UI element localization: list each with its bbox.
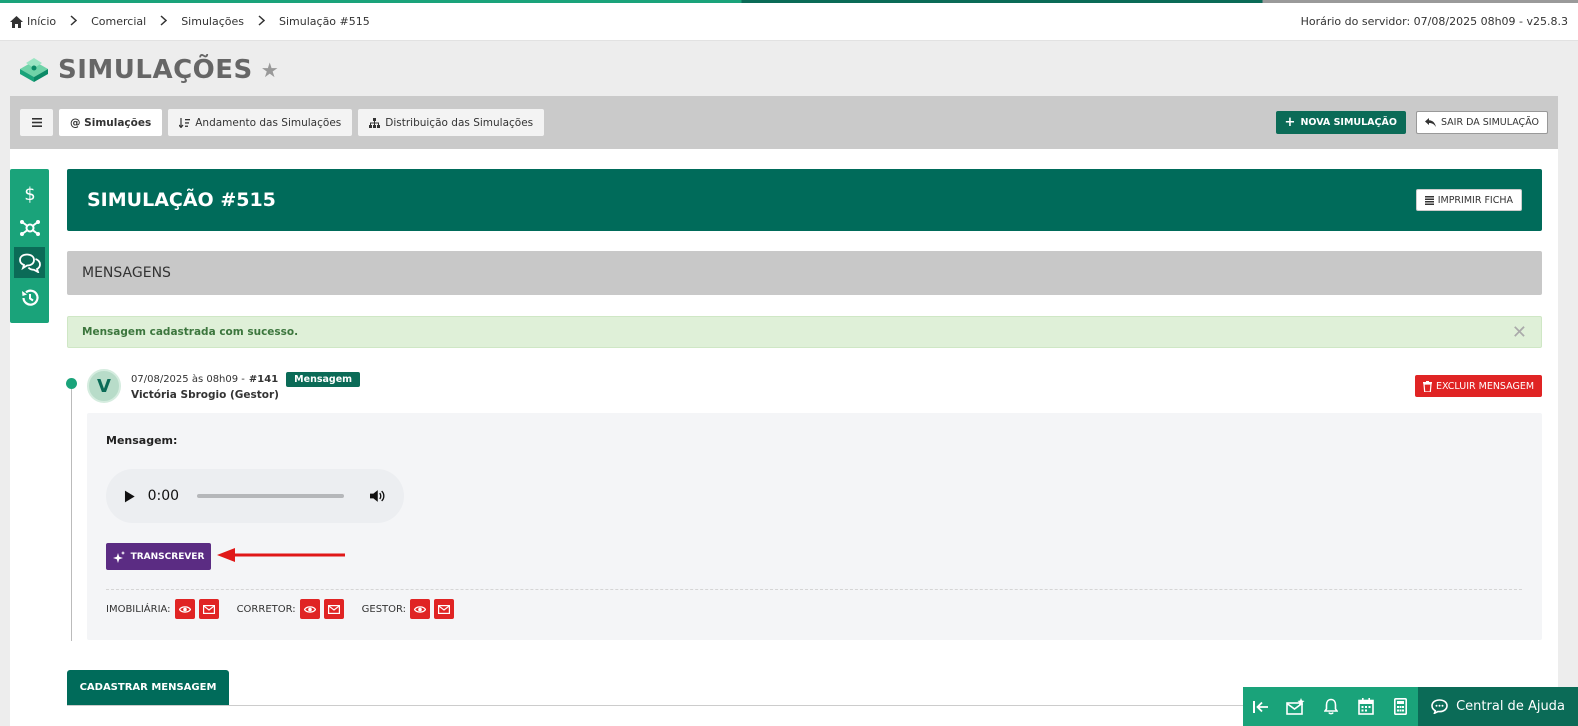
alert-text: Mensagem cadastrada com sucesso. [82,326,299,338]
svg-text:$: $ [24,184,35,204]
trash-icon [1422,380,1432,392]
tab-label: CADASTRAR MENSAGEM [79,682,217,693]
breadcrumb-item-comercial[interactable]: Comercial [91,15,146,28]
tab-bar: @ Simulações Andamento das Simulações Di… [10,96,1558,149]
calculator-icon[interactable] [1383,687,1418,726]
permission-corretor: CORRETOR: [237,599,344,619]
tab-label: @ Simulações [70,116,152,129]
print-label: IMPRIMIR FICHA [1437,194,1513,206]
permission-label: IMOBILIÁRIA: [106,603,171,615]
messages-section-header: MENSAGENS [67,251,1542,295]
chevron-right-icon [70,14,78,29]
network-icon[interactable] [14,212,45,243]
server-time: Horário do servidor: 07/08/2025 08h09 - … [1300,15,1568,28]
timeline-line [71,383,72,641]
audio-time: 0:00 [147,488,180,504]
top-bar: Início Comercial Simulações Simulação #5… [0,3,1578,41]
delete-message-button[interactable]: EXCLUIR MENSAGEM [1415,375,1542,397]
breadcrumb: Início Comercial Simulações Simulação #5… [10,14,370,29]
calendar-icon[interactable] [1348,687,1383,726]
tab-label: Distribuição das Simulações [385,116,534,129]
simulation-header: SIMULAÇÃO #515 IMPRIMIR FICHA [67,169,1542,231]
eye-icon[interactable] [174,599,195,619]
delete-label: EXCLUIR MENSAGEM [1435,380,1535,392]
message-type-badge: Mensagem [286,372,361,387]
message-meta: 07/08/2025 às 08h09 - #141 Mensagem Vict… [131,372,361,401]
menu-button[interactable] [20,109,53,136]
reply-icon [1424,118,1436,127]
sparkles-icon [112,550,125,563]
bottom-toolbar: Central de Ajuda [1243,687,1578,726]
tab-simulacoes[interactable]: @ Simulações [59,109,163,136]
help-chat-icon [1431,699,1448,714]
help-center-button[interactable]: Central de Ajuda [1418,687,1578,726]
volume-icon[interactable] [370,489,386,503]
hamburger-icon [31,118,42,127]
transcribe-label: TRANSCREVER [130,551,205,562]
permission-label: CORRETOR: [236,603,296,615]
star-icon[interactable]: ★ [261,58,279,82]
message-datetime: 07/08/2025 às 08h09 - [131,374,245,385]
side-nav: $ [10,169,49,323]
breadcrumb-item-current: Simulação #515 [279,15,370,28]
page-header: SIMULAÇÕES ★ [18,55,279,85]
help-label: Central de Ajuda [1456,699,1565,714]
new-simulation-button[interactable]: + NOVA SIMULAÇÃO [1275,111,1406,134]
tab-cadastrar-mensagem[interactable]: CADASTRAR MENSAGEM [67,670,229,705]
page-title: SIMULAÇÕES [58,55,253,85]
timeline-dot [66,378,77,389]
permission-imobiliaria: IMOBILIÁRIA: [106,599,219,619]
section-title: MENSAGENS [82,265,171,281]
list-icon [1424,195,1434,205]
money-stack-icon [20,58,48,82]
collapse-left-icon[interactable] [1243,687,1278,726]
breadcrumb-item-inicio[interactable]: Início [27,15,56,28]
tab-distribuicao[interactable]: Distribuição das Simulações [358,109,545,136]
history-icon[interactable] [14,282,45,313]
message-body: Mensagem: 0:00 TRANSCREVER IMOBILIÁRIA: … [87,413,1542,640]
message-label: Mensagem: [106,434,178,447]
tab-andamento[interactable]: Andamento das Simulações [168,109,353,136]
sitemap-icon [369,117,381,128]
play-icon[interactable] [124,490,136,503]
simulation-title: SIMULAÇÃO #515 [87,189,276,211]
eye-icon[interactable] [299,599,320,619]
plus-icon: + [1284,115,1296,130]
avatar: V [87,369,121,403]
dollar-icon[interactable]: $ [14,178,45,209]
permissions-row: IMOBILIÁRIA: CORRETOR: GESTOR: [106,599,472,619]
red-arrow-annotation [217,548,345,562]
breadcrumb-item-simulacoes[interactable]: Simulações [181,15,244,28]
message-id: #141 [248,374,279,385]
success-alert: Mensagem cadastrada com sucesso. ✕ [67,316,1542,348]
audio-progress-slider[interactable] [197,494,345,498]
new-simulation-label: NOVA SIMULAÇÃO [1300,117,1397,128]
exit-simulation-button[interactable]: SAIR DA SIMULAÇÃO [1415,111,1548,134]
permission-label: GESTOR: [361,603,407,615]
chevron-right-icon [160,14,168,29]
chat-icon[interactable] [14,247,45,278]
tab-label: Andamento das Simulações [195,116,342,129]
mail-star-icon[interactable] [1278,687,1313,726]
envelope-icon[interactable] [198,599,219,619]
transcribe-button[interactable]: TRANSCREVER [106,543,211,570]
print-button[interactable]: IMPRIMIR FICHA [1415,189,1522,211]
message-author: Victória Sbrogio (Gestor) [131,389,279,401]
eye-icon[interactable] [410,599,431,619]
audio-player: 0:00 [106,469,404,523]
home-icon [10,15,23,28]
exit-simulation-label: SAIR DA SIMULAÇÃO [1440,117,1539,128]
divider [106,589,1522,590]
close-icon[interactable]: ✕ [1512,322,1527,343]
sort-icon [179,117,191,128]
bell-icon[interactable] [1313,687,1348,726]
permission-gestor: GESTOR: [361,599,455,619]
envelope-icon[interactable] [434,599,455,619]
envelope-icon[interactable] [323,599,344,619]
chevron-right-icon [258,14,266,29]
